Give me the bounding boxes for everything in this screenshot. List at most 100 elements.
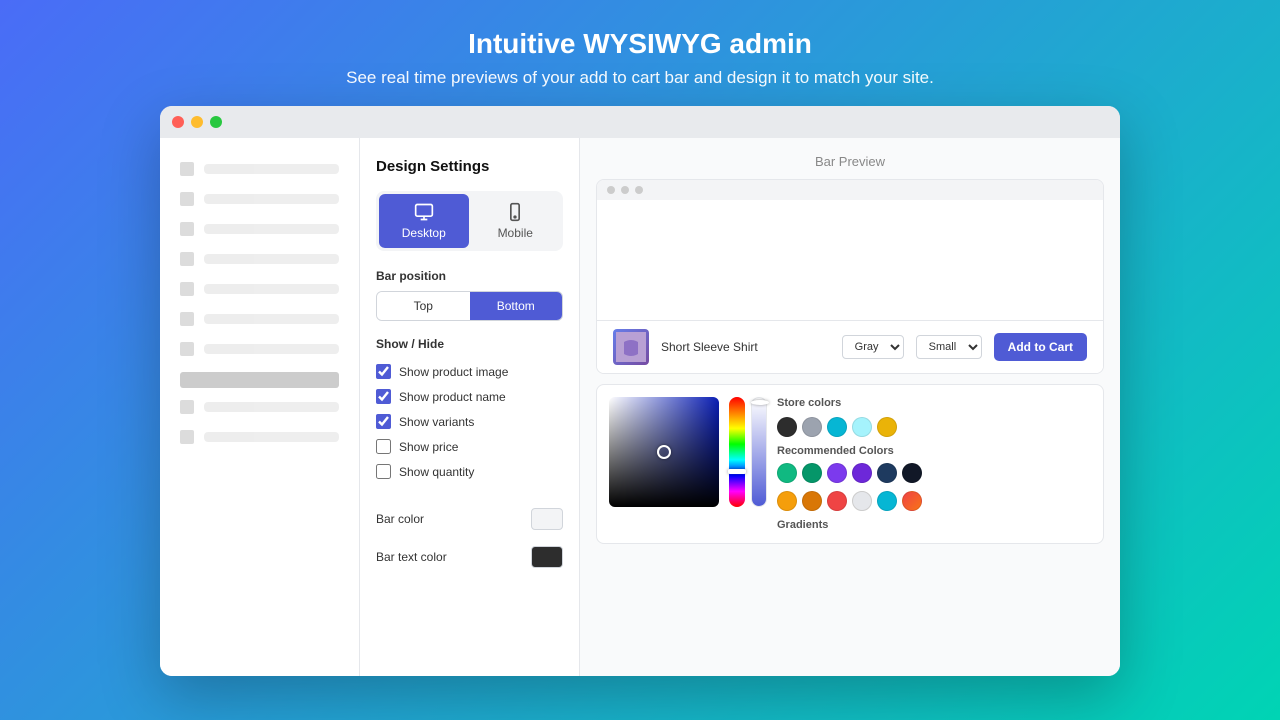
close-dot <box>172 116 184 128</box>
products-icon <box>180 222 194 236</box>
show-price-label: Show price <box>399 440 458 454</box>
variant-color-select[interactable]: Gray <box>842 335 904 359</box>
recommended-color-dot[interactable] <box>827 491 847 511</box>
sidebar-item-products[interactable] <box>160 214 359 244</box>
store-color-dot[interactable] <box>877 417 897 437</box>
sidebar-item-label <box>204 224 339 234</box>
bar-color-swatch[interactable] <box>531 508 563 530</box>
hue-thumb <box>728 469 746 474</box>
pos-icon <box>180 430 194 444</box>
add-to-cart-button[interactable]: Add to Cart <box>994 333 1087 361</box>
hero-title: Intuitive WYSIWYG admin <box>346 28 934 60</box>
sidebar-item-online-store[interactable] <box>160 392 359 422</box>
color-gradient-box[interactable] <box>609 397 719 507</box>
show-quantity-checkbox[interactable] <box>376 464 391 479</box>
store-color-dot[interactable] <box>777 417 797 437</box>
show-product-name-checkbox[interactable] <box>376 389 391 404</box>
bar-position-label: Bar position <box>376 269 563 283</box>
show-product-image-checkbox[interactable] <box>376 364 391 379</box>
sidebar-item-customers[interactable] <box>160 244 359 274</box>
store-color-dot[interactable] <box>827 417 847 437</box>
recommended-color-dot[interactable] <box>777 463 797 483</box>
store-colors-section: Store colors Recommended Colors <box>777 397 1091 531</box>
recommended-color-dot[interactable] <box>777 491 797 511</box>
mini-dot-1 <box>607 186 615 194</box>
gradient-thumb <box>657 445 671 459</box>
recommended-color-dot[interactable] <box>802 491 822 511</box>
recommended-color-dot[interactable] <box>877 463 897 483</box>
sidebar-item-point-of-sale[interactable] <box>160 422 359 452</box>
sidebar-item-analytics[interactable] <box>160 274 359 304</box>
color-sliders <box>729 397 767 531</box>
customers-icon <box>180 252 194 266</box>
sidebar-item-label <box>204 432 339 442</box>
app-body: Design Settings Desktop Mobile <box>160 138 1120 676</box>
show-product-image-label: Show product image <box>399 365 508 379</box>
sidebar-item-label <box>204 344 339 354</box>
discounts-icon <box>180 312 194 326</box>
sidebar <box>160 138 360 676</box>
recommended-color-dots-row2 <box>777 491 1091 511</box>
recommended-color-dot[interactable] <box>877 491 897 511</box>
bar-text-color-label: Bar text color <box>376 550 447 564</box>
tab-mobile[interactable]: Mobile <box>471 194 561 248</box>
variant-size-select[interactable]: Small <box>916 335 982 359</box>
show-quantity-row: Show quantity <box>376 459 563 484</box>
window-titlebar <box>160 106 1120 138</box>
recommended-color-dot[interactable] <box>852 463 872 483</box>
sidebar-item-apps[interactable] <box>160 334 359 364</box>
bar-text-color-row: Bar text color <box>376 538 563 576</box>
position-top-button[interactable]: Top <box>377 292 470 320</box>
show-product-name-label: Show product name <box>399 390 506 404</box>
show-variants-label: Show variants <box>399 415 474 429</box>
design-settings-panel: Design Settings Desktop Mobile <box>360 138 580 676</box>
design-settings-title: Design Settings <box>376 158 563 175</box>
orders-icon <box>180 192 194 206</box>
recommended-color-dot[interactable] <box>802 463 822 483</box>
recommended-color-dot[interactable] <box>827 463 847 483</box>
show-product-image-row: Show product image <box>376 359 563 384</box>
sidebar-item-label <box>204 314 339 324</box>
bar-color-label: Bar color <box>376 512 424 526</box>
hue-slider[interactable] <box>729 397 745 507</box>
apps-icon <box>180 342 194 356</box>
show-price-row: Show price <box>376 434 563 459</box>
analytics-icon <box>180 282 194 296</box>
minimize-dot <box>191 116 203 128</box>
opacity-slider[interactable] <box>751 397 767 507</box>
sidebar-item-orders[interactable] <box>160 184 359 214</box>
sidebar-item-home[interactable] <box>160 154 359 184</box>
bar-text-color-swatch[interactable] <box>531 546 563 568</box>
preview-label: Bar Preview <box>596 154 1104 169</box>
mini-browser-content <box>597 200 1103 320</box>
show-variants-checkbox[interactable] <box>376 414 391 429</box>
device-tabs: Desktop Mobile <box>376 191 563 251</box>
recommended-color-dot[interactable] <box>902 491 922 511</box>
product-image-icon <box>616 332 646 362</box>
show-product-name-row: Show product name <box>376 384 563 409</box>
sidebar-item-label <box>204 194 339 204</box>
show-hide-label: Show / Hide <box>376 337 563 351</box>
mini-dot-3 <box>635 186 643 194</box>
sidebar-item-label <box>204 284 339 294</box>
position-bottom-button[interactable]: Bottom <box>470 292 563 320</box>
show-price-checkbox[interactable] <box>376 439 391 454</box>
tab-desktop[interactable]: Desktop <box>379 194 469 248</box>
sidebar-item-discounts[interactable] <box>160 304 359 334</box>
tab-desktop-label: Desktop <box>402 226 446 240</box>
store-color-dots <box>777 417 1091 437</box>
sidebar-item-label <box>204 164 339 174</box>
mini-browser-bar <box>597 180 1103 200</box>
recommended-color-dots-row1 <box>777 463 1091 483</box>
recommended-colors-title: Recommended Colors <box>777 445 1091 457</box>
store-color-dot[interactable] <box>852 417 872 437</box>
recommended-color-dot[interactable] <box>902 463 922 483</box>
home-icon <box>180 162 194 176</box>
hero-section: Intuitive WYSIWYG admin See real time pr… <box>326 0 954 106</box>
main-content: Design Settings Desktop Mobile <box>360 138 1120 676</box>
recommended-color-dot[interactable] <box>852 491 872 511</box>
store-color-dot[interactable] <box>802 417 822 437</box>
show-quantity-label: Show quantity <box>399 465 474 479</box>
position-buttons: Top Bottom <box>376 291 563 321</box>
sidebar-section-label <box>180 372 339 388</box>
